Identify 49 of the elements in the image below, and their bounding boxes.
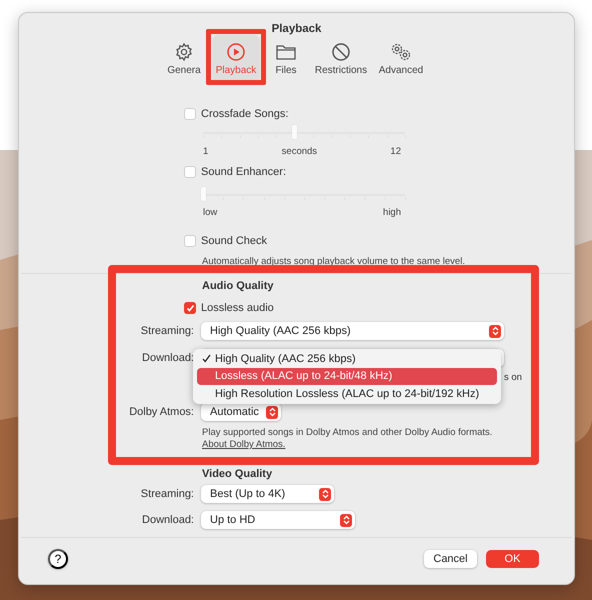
stepper-icon — [266, 406, 278, 418]
scale-label: 1 — [203, 146, 208, 156]
popup-select[interactable]: Up to HD — [201, 511, 355, 529]
menu-item[interactable]: High Resolution Lossless (ALAC up to 24-bit/192 kHz) — [197, 385, 497, 402]
stepper-icon — [319, 488, 331, 500]
toolbar-tab[interactable]: Advanced — [376, 35, 426, 83]
checkbox-label: Crossfade Songs: — [201, 108, 288, 120]
play-icon — [226, 42, 246, 62]
description-text: Play supported songs in Dolby Atmos and other Dolby Audio formats. — [202, 427, 492, 439]
checkbox-label: Sound Enhancer: — [201, 166, 286, 178]
about-link[interactable]: About Dolby Atmos. — [202, 439, 286, 451]
scale-label: seconds — [282, 146, 318, 156]
prohibited-icon — [331, 42, 351, 62]
ok-button[interactable]: OK — [486, 550, 539, 568]
toolbar-tab[interactable]: Restrictions — [312, 35, 370, 83]
field-label: Download: — [141, 352, 194, 364]
section-heading: Audio Quality — [202, 279, 274, 294]
checkbox[interactable] — [184, 108, 196, 120]
checkbox-label: Sound Check — [201, 235, 268, 247]
slider-thumb[interactable] — [292, 125, 297, 139]
field-label: Download: — [141, 514, 194, 526]
popup-select[interactable]: High Quality (AAC 256 kbps) — [201, 322, 504, 340]
checkbox[interactable] — [184, 166, 196, 178]
section-heading: Video Quality — [202, 467, 274, 482]
slider-track[interactable] — [203, 123, 405, 141]
scale-label: 12 — [390, 146, 401, 156]
gears-icon — [389, 42, 413, 62]
popup-select[interactable]: Best (Up to 4K) — [201, 485, 334, 503]
field-label: Streaming: — [140, 325, 194, 337]
stepper-icon — [340, 514, 352, 526]
menu-item[interactable]: High Quality (AAC 256 kbps) — [197, 350, 497, 368]
checkbox[interactable] — [184, 235, 196, 247]
stepper-icon — [489, 324, 501, 338]
field-label: Streaming: — [140, 488, 194, 500]
help-button[interactable]: ? — [48, 549, 68, 569]
checkbox-label: Lossless audio — [201, 302, 274, 314]
menu-item[interactable]: Lossless (ALAC up to 24-bit/48 kHz) — [197, 368, 497, 385]
checkbox[interactable] — [184, 302, 196, 314]
window-title: Playback — [270, 22, 322, 35]
toolbar-tab[interactable]: Genera — [162, 35, 206, 83]
description-text: s on — [504, 372, 522, 383]
gear-icon — [174, 42, 194, 62]
toolbar-tab[interactable]: Files — [266, 35, 306, 83]
scale-label: low — [203, 206, 218, 218]
slider-thumb[interactable] — [201, 187, 206, 201]
cancel-button[interactable]: Cancel — [424, 550, 477, 568]
popup-select[interactable]: Automatic — [201, 403, 281, 421]
field-label: Dolby Atmos: — [128, 406, 194, 418]
scale-label: high — [383, 206, 401, 218]
